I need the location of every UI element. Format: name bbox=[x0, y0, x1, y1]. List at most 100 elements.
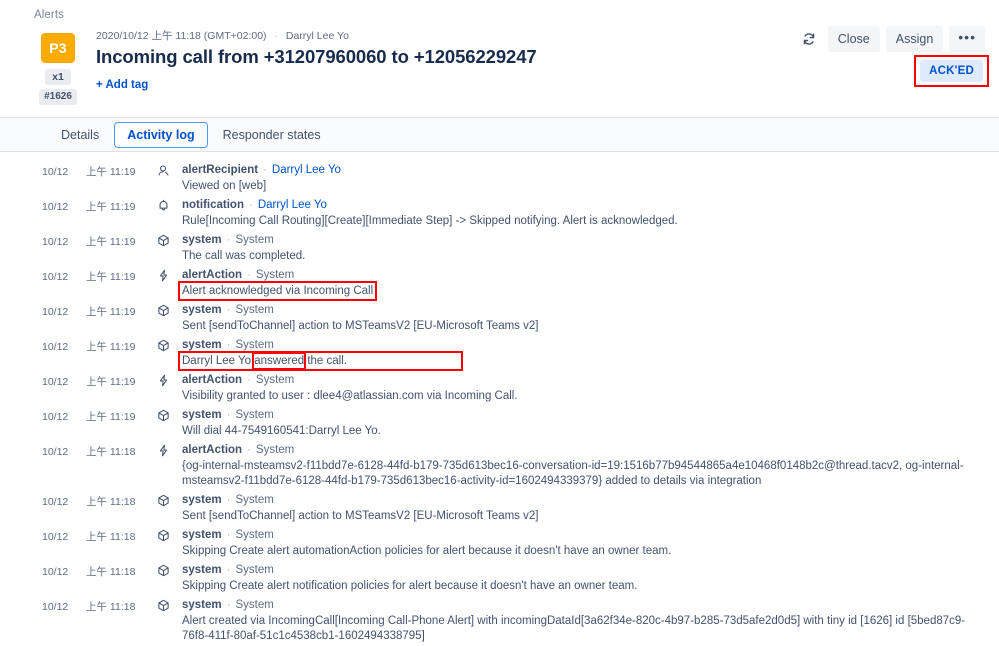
log-entry-date: 10/12 bbox=[0, 338, 78, 355]
bolt-icon bbox=[152, 443, 174, 457]
assign-button[interactable]: Assign bbox=[886, 26, 944, 52]
log-entry-body: alertAction·System{og-internal-msteamsv2… bbox=[174, 443, 985, 489]
log-entry-text: Alert acknowledged via Incoming Call bbox=[182, 283, 985, 299]
log-entry-date: 10/12 bbox=[0, 198, 78, 215]
log-entry-date: 10/12 bbox=[0, 443, 78, 460]
log-entry-separator: · bbox=[222, 529, 236, 541]
annotation-rect-answered-word: answered bbox=[254, 354, 304, 369]
log-entry-text: Skipping Create alert notification polic… bbox=[182, 578, 985, 594]
log-entry-text: The call was completed. bbox=[182, 248, 985, 264]
log-entry-header: alertRecipient·Darryl Lee Yo bbox=[182, 163, 985, 178]
activity-log-row: 10/12上午 11:18system·SystemSkipping Creat… bbox=[0, 526, 985, 561]
activity-log-row: 10/12上午 11:19system·SystemThe call was c… bbox=[0, 231, 985, 266]
log-entry-header: system·System bbox=[182, 233, 985, 248]
log-entry-text: Will dial 44-7549160541:Darryl Lee Yo. bbox=[182, 423, 985, 439]
log-entry-time: 上午 11:19 bbox=[78, 303, 152, 320]
log-entry-type: system bbox=[182, 339, 222, 351]
refresh-icon[interactable] bbox=[796, 26, 822, 52]
log-entry-time: 上午 11:18 bbox=[78, 493, 152, 510]
log-entry-text: Alert created via IncomingCall[Incoming … bbox=[182, 613, 985, 644]
log-entry-body: system·SystemSkipping Create alert notif… bbox=[174, 563, 985, 594]
tab-bar: Details Activity log Responder states bbox=[0, 117, 999, 152]
log-entry-body: alertAction·SystemAlert acknowledged via… bbox=[174, 268, 985, 299]
log-entry-type: system bbox=[182, 409, 222, 421]
log-entry-type: alertRecipient bbox=[182, 164, 258, 176]
alert-tiny-id-badge: #1626 bbox=[39, 89, 77, 105]
log-entry-type: alertAction bbox=[182, 444, 242, 456]
log-entry-separator: · bbox=[258, 164, 272, 176]
cube-icon bbox=[152, 338, 174, 352]
log-entry-date: 10/12 bbox=[0, 163, 78, 180]
log-entry-type: system bbox=[182, 304, 222, 316]
log-entry-time: 上午 11:19 bbox=[78, 373, 152, 390]
log-entry-actor[interactable]: Darryl Lee Yo bbox=[258, 199, 327, 211]
log-entry-separator: · bbox=[222, 494, 236, 506]
header-actions-row: Close Assign ••• bbox=[796, 26, 985, 52]
log-entry-separator: · bbox=[222, 564, 236, 576]
log-entry-header: notification·Darryl Lee Yo bbox=[182, 198, 985, 213]
log-entry-body: system·SystemDarryl Lee Yo answered the … bbox=[174, 338, 985, 369]
close-button[interactable]: Close bbox=[828, 26, 880, 52]
add-tag-button[interactable]: + Add tag bbox=[96, 78, 148, 92]
log-entry-date: 10/12 bbox=[0, 563, 78, 580]
log-entry-header: system·System bbox=[182, 563, 985, 578]
log-entry-time: 上午 11:18 bbox=[78, 443, 152, 460]
alert-timestamp: 2020/10/12 上午 11:18 (GMT+02:00) bbox=[96, 30, 267, 42]
log-text-segment: the call. bbox=[304, 355, 347, 367]
log-entry-header: alertAction·System bbox=[182, 443, 985, 458]
log-entry-header: system·System bbox=[182, 493, 985, 508]
log-entry-body: system·SystemWill dial 44-7549160541:Dar… bbox=[174, 408, 985, 439]
log-entry-time: 上午 11:19 bbox=[78, 338, 152, 355]
log-entry-separator: · bbox=[242, 374, 256, 386]
activity-log-row: 10/12上午 11:18system·SystemSkipping Creat… bbox=[0, 561, 985, 596]
log-entry-time: 上午 11:18 bbox=[78, 563, 152, 580]
log-entry-type: system bbox=[182, 529, 222, 541]
log-text-segment: Darryl Lee Yo bbox=[182, 355, 251, 367]
log-entry-actor[interactable]: Darryl Lee Yo bbox=[272, 164, 341, 176]
log-entry-text: Darryl Lee Yo answered the call. bbox=[182, 353, 985, 369]
activity-log-row: 10/12上午 11:19system·SystemWill dial 44-7… bbox=[0, 406, 985, 441]
log-entry-actor: System bbox=[235, 564, 273, 576]
log-entry-date: 10/12 bbox=[0, 373, 78, 390]
more-actions-button[interactable]: ••• bbox=[949, 26, 985, 52]
person-search-icon bbox=[152, 163, 174, 177]
cube-icon bbox=[152, 528, 174, 542]
log-entry-separator: · bbox=[222, 599, 236, 611]
log-entry-body: system·SystemSent [sendToChannel] action… bbox=[174, 303, 985, 334]
cube-icon bbox=[152, 303, 174, 317]
log-entry-header: system·System bbox=[182, 338, 985, 353]
header-actions: Close Assign ••• ACK'ED bbox=[796, 26, 985, 82]
log-entry-time: 上午 11:18 bbox=[78, 598, 152, 615]
log-entry-text: Viewed on [web] bbox=[182, 178, 985, 194]
log-entry-text: Skipping Create alert automationAction p… bbox=[182, 543, 985, 559]
log-entry-text: {og-internal-msteamsv2-f11bdd7e-6128-44f… bbox=[182, 458, 985, 489]
log-entry-type: alertAction bbox=[182, 269, 242, 281]
tab-activity-log[interactable]: Activity log bbox=[114, 122, 207, 148]
log-entry-body: alertRecipient·Darryl Lee YoViewed on [w… bbox=[174, 163, 985, 194]
tab-details[interactable]: Details bbox=[48, 122, 112, 148]
ack-status-wrapper: ACK'ED bbox=[920, 60, 983, 82]
log-entry-actor: System bbox=[256, 374, 294, 386]
tab-responder-states[interactable]: Responder states bbox=[210, 122, 334, 148]
log-entry-separator: · bbox=[222, 304, 236, 316]
annotation-rect-answered-call: Darryl Lee Yo answered the call. bbox=[182, 354, 347, 369]
log-entry-separator: · bbox=[222, 234, 236, 246]
bolt-icon bbox=[152, 268, 174, 282]
log-entry-time: 上午 11:19 bbox=[78, 233, 152, 250]
cube-icon bbox=[152, 598, 174, 612]
acked-status-badge[interactable]: ACK'ED bbox=[920, 60, 983, 82]
log-entry-actor: System bbox=[235, 494, 273, 506]
log-entry-body: system·SystemSent [sendToChannel] action… bbox=[174, 493, 985, 524]
alert-detail-page: Alerts P3 x1 #1626 2020/10/12 上午 11:18 (… bbox=[0, 0, 999, 628]
activity-log-row: 10/12上午 11:19alertAction·SystemAlert ack… bbox=[0, 266, 985, 301]
log-entry-type: notification bbox=[182, 199, 244, 211]
activity-log-row: 10/12上午 11:19system·SystemSent [sendToCh… bbox=[0, 301, 985, 336]
log-entry-separator: · bbox=[242, 444, 256, 456]
log-entry-body: notification·Darryl Lee YoRule[Incoming … bbox=[174, 198, 985, 229]
log-entry-time: 上午 11:19 bbox=[78, 198, 152, 215]
alert-header: Alerts P3 x1 #1626 2020/10/12 上午 11:18 (… bbox=[0, 0, 999, 105]
log-entry-date: 10/12 bbox=[0, 528, 78, 545]
log-entry-actor: System bbox=[256, 444, 294, 456]
meta-separator: · bbox=[269, 30, 283, 42]
log-entry-type: system bbox=[182, 564, 222, 576]
